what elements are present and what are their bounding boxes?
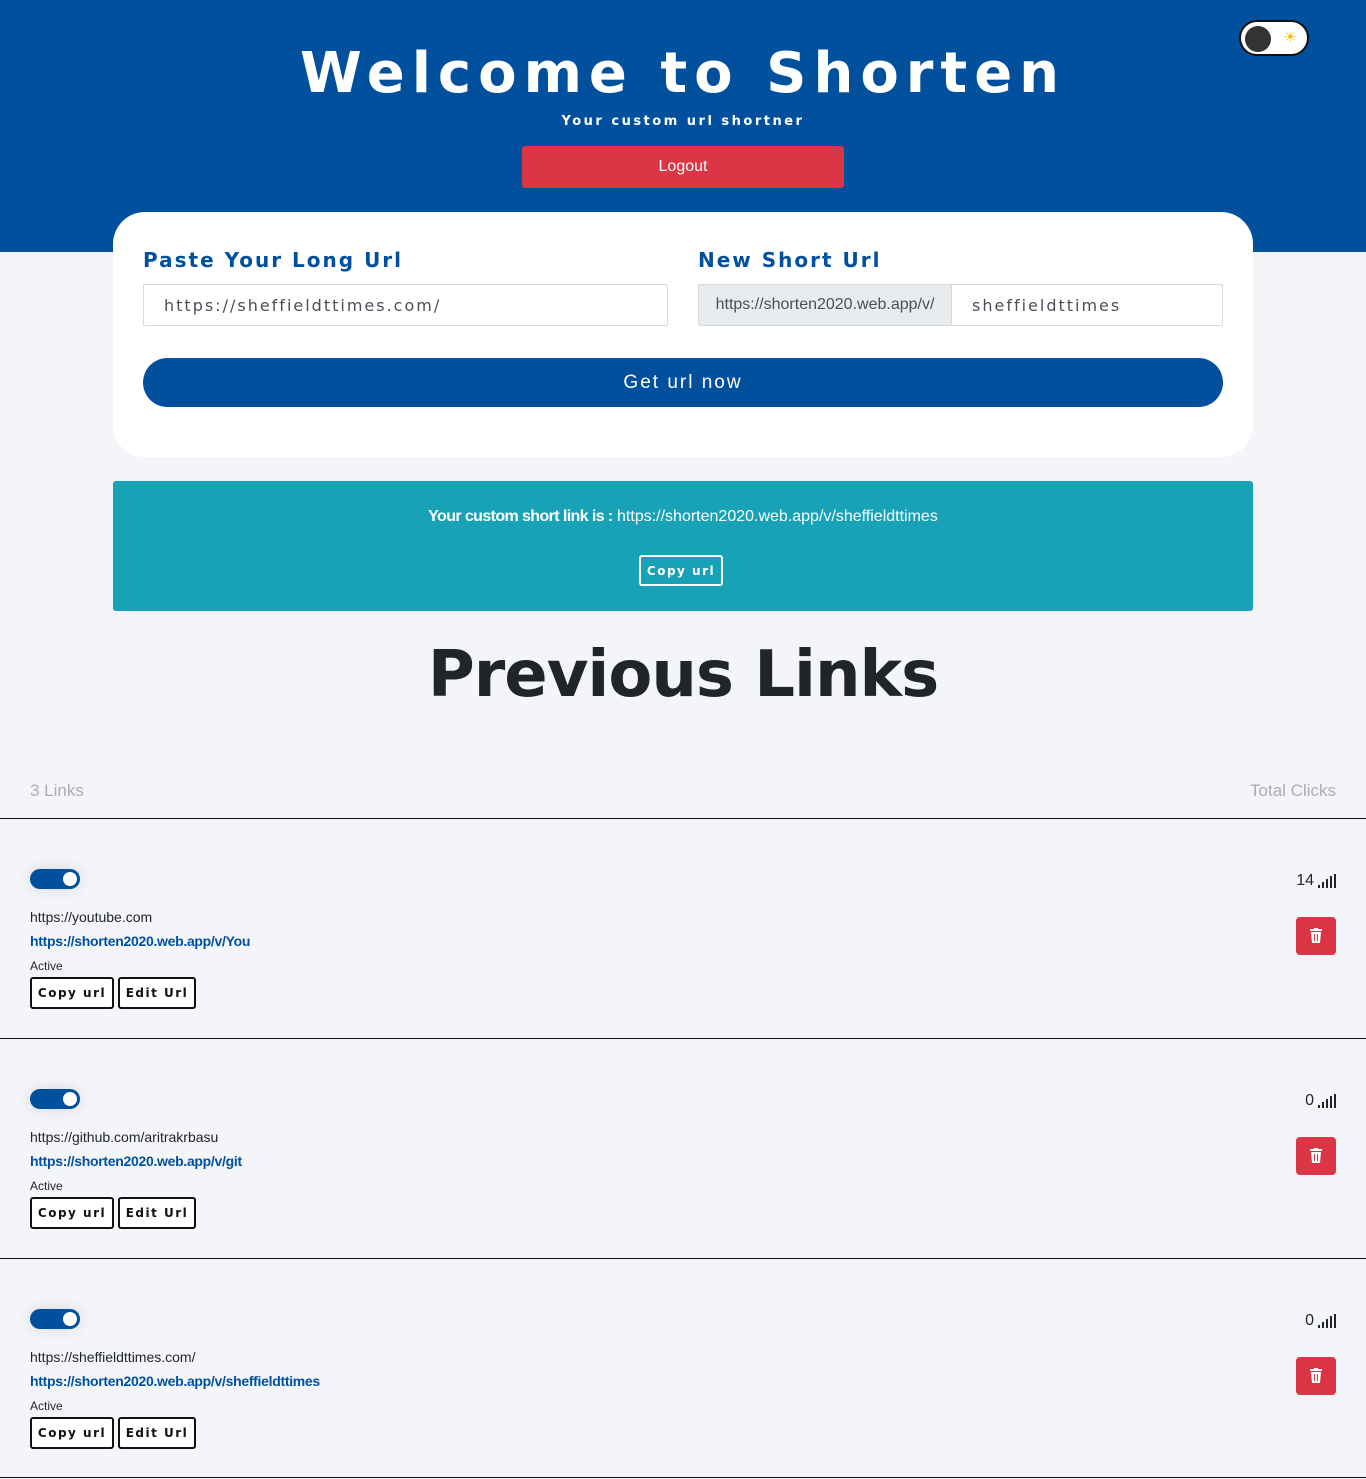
edit-url-button[interactable]: Edit Url <box>118 1417 196 1449</box>
row-divider <box>0 1258 1366 1259</box>
edit-url-button[interactable]: Edit Url <box>118 977 196 1009</box>
trash-icon <box>1310 1148 1322 1163</box>
click-count: 0 <box>1305 1092 1314 1109</box>
copy-url-button[interactable]: Copy url <box>30 977 114 1009</box>
short-url-prefix: https://shorten2020.web.app/v/ <box>698 284 952 326</box>
theme-toggle-knob <box>1245 26 1271 52</box>
page-title: Welcome to Shorten <box>299 41 1067 106</box>
link-status: Active <box>30 959 63 973</box>
link-row: https://sheffieldttimes.com/ https://sho… <box>0 1269 1366 1479</box>
shorten-form-card: Paste Your Long Url New Short Url https:… <box>113 212 1253 457</box>
edit-url-button[interactable]: Edit Url <box>118 1197 196 1229</box>
click-count: 14 <box>1296 872 1314 889</box>
link-active-toggle[interactable] <box>30 869 80 889</box>
click-count: 0 <box>1305 1312 1314 1329</box>
link-row: https://youtube.com https://shorten2020.… <box>0 829 1366 1049</box>
link-clicks: 0 <box>1305 1312 1336 1330</box>
link-clicks: 0 <box>1305 1092 1336 1110</box>
link-row: https://github.com/aritrakrbasu https://… <box>0 1049 1366 1269</box>
link-active-toggle[interactable] <box>30 1309 80 1329</box>
short-url-label: New Short Url <box>698 248 882 272</box>
previous-links-title: Previous Links <box>427 638 939 712</box>
theme-toggle[interactable]: ☀ <box>1239 20 1309 56</box>
link-short-url[interactable]: https://shorten2020.web.app/v/You <box>30 933 250 949</box>
row-divider <box>0 1477 1366 1478</box>
logout-button[interactable]: Logout <box>522 146 844 188</box>
trash-icon <box>1310 928 1322 943</box>
link-long-url: https://sheffieldttimes.com/ <box>30 1349 196 1365</box>
link-short-url[interactable]: https://shorten2020.web.app/v/git <box>30 1153 242 1169</box>
sun-icon: ☀ <box>1283 29 1297 46</box>
result-text: Your custom short link is : https://shor… <box>113 508 1253 526</box>
link-long-url: https://youtube.com <box>30 909 153 925</box>
toggle-knob <box>63 1312 77 1326</box>
copy-url-button[interactable]: Copy url <box>30 1417 114 1449</box>
trash-icon <box>1310 1368 1322 1383</box>
total-clicks-header: Total Clicks <box>1250 781 1336 800</box>
short-url-input[interactable] <box>951 284 1223 326</box>
signal-icon <box>1318 874 1336 888</box>
signal-icon <box>1318 1094 1336 1108</box>
delete-link-button[interactable] <box>1296 1137 1336 1175</box>
get-url-button[interactable]: Get url now <box>143 358 1223 407</box>
result-alert: Your custom short link is : https://shor… <box>113 481 1253 611</box>
result-label: Your custom short link is : <box>428 508 613 525</box>
result-url: https://shorten2020.web.app/v/sheffieldt… <box>617 508 938 525</box>
long-url-label: Paste Your Long Url <box>143 248 404 272</box>
link-active-toggle[interactable] <box>30 1089 80 1109</box>
link-clicks: 14 <box>1296 872 1336 890</box>
delete-link-button[interactable] <box>1296 1357 1336 1395</box>
result-copy-button[interactable]: Copy url <box>639 555 723 586</box>
signal-icon <box>1318 1314 1336 1328</box>
links-count: 3 Links <box>30 781 84 800</box>
row-divider <box>0 1038 1366 1039</box>
toggle-knob <box>63 872 77 886</box>
delete-link-button[interactable] <box>1296 917 1336 955</box>
toggle-knob <box>63 1092 77 1106</box>
link-status: Active <box>30 1179 63 1193</box>
link-short-url[interactable]: https://shorten2020.web.app/v/sheffieldt… <box>30 1373 320 1389</box>
link-long-url: https://github.com/aritrakrbasu <box>30 1129 219 1145</box>
link-status: Active <box>30 1399 63 1413</box>
copy-url-button[interactable]: Copy url <box>30 1197 114 1229</box>
list-divider <box>0 818 1366 819</box>
page-subtitle: Your custom url shortner <box>561 114 805 129</box>
long-url-input[interactable] <box>143 284 668 326</box>
